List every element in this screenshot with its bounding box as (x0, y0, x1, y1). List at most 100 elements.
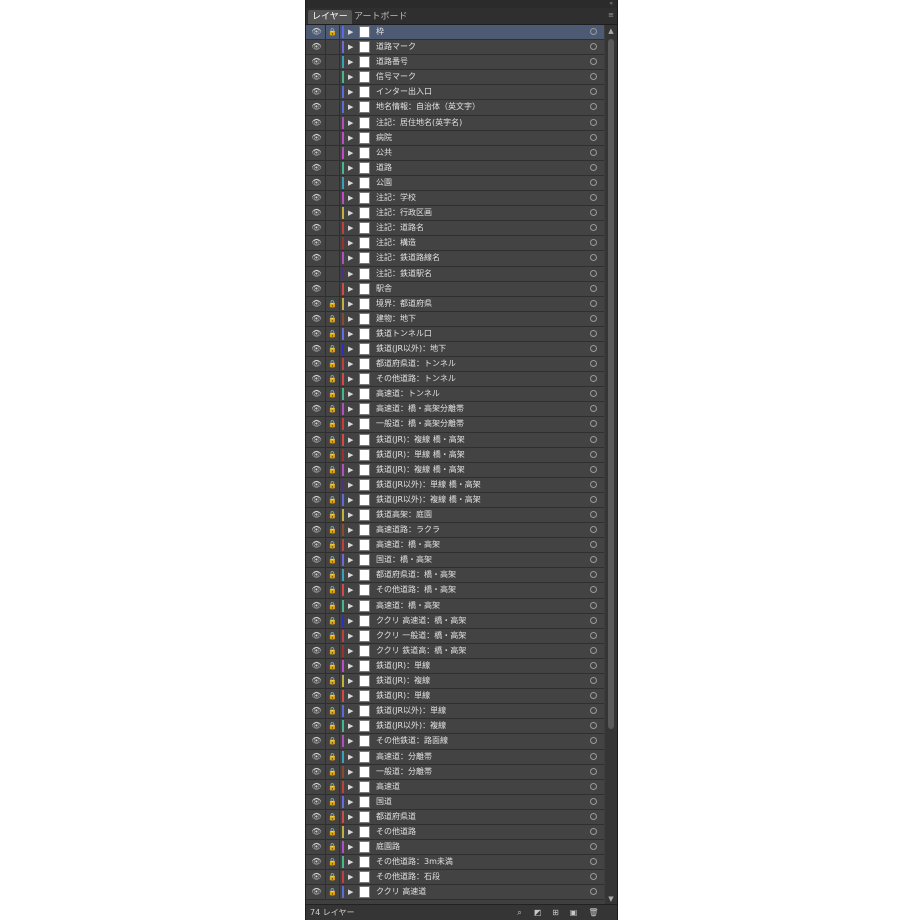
lock-icon[interactable]: 🔒 (328, 721, 337, 731)
layer-row[interactable]: 👁 🔒 ▶ 国道 (306, 794, 604, 810)
visibility-eye-icon[interactable]: 👁 (311, 510, 322, 520)
layer-row[interactable]: 👁 ▶ 道路マーク (306, 40, 604, 56)
expand-triangle-icon[interactable]: ▶ (348, 252, 353, 264)
expand-triangle-icon[interactable]: ▶ (348, 403, 353, 415)
target-circle-icon[interactable] (590, 646, 597, 654)
target-circle-icon[interactable] (590, 269, 597, 277)
layer-name[interactable]: その他道路：3m未満 (376, 855, 453, 869)
target-circle-icon[interactable] (590, 284, 597, 292)
expand-triangle-icon[interactable]: ▶ (348, 856, 353, 868)
visibility-eye-icon[interactable]: 👁 (311, 555, 322, 565)
layer-row[interactable]: 👁 🔒 ▶ その他道路：3m未満 (306, 855, 604, 871)
layer-name[interactable]: 道路 (376, 161, 392, 175)
visibility-eye-icon[interactable]: 👁 (311, 736, 322, 746)
visibility-eye-icon[interactable]: 👁 (311, 178, 322, 188)
visibility-eye-icon[interactable]: 👁 (311, 857, 322, 867)
target-circle-icon[interactable] (590, 88, 597, 96)
expand-triangle-icon[interactable]: ▶ (348, 147, 353, 159)
lock-icon[interactable]: 🔒 (328, 827, 337, 837)
target-circle-icon[interactable] (590, 390, 597, 398)
lock-icon[interactable]: 🔒 (328, 374, 337, 384)
layer-row[interactable]: 👁 ▶ インター出入口 (306, 85, 604, 101)
target-circle-icon[interactable] (590, 571, 597, 579)
layer-name[interactable]: 鉄道(JR以外)：単線 橋・高架 (376, 478, 481, 492)
layer-name[interactable]: 注記：行政区画 (376, 206, 432, 220)
expand-triangle-icon[interactable]: ▶ (348, 615, 353, 627)
lock-icon[interactable]: 🔒 (328, 299, 337, 309)
layer-row[interactable]: 👁 🔒 ▶ 庭園路 (306, 840, 604, 856)
layer-row[interactable]: 👁 🔒 ▶ 高速道：トンネル (306, 387, 604, 403)
visibility-eye-icon[interactable]: 👁 (311, 661, 322, 671)
lock-icon[interactable]: 🔒 (328, 435, 337, 445)
layer-name[interactable]: 都道府県道 (376, 810, 416, 824)
layer-name[interactable]: 鉄道(JR)：複線 橋・高架 (376, 433, 465, 447)
layer-name[interactable]: 鉄道高架：庭園 (376, 508, 432, 522)
expand-triangle-icon[interactable]: ▶ (348, 720, 353, 732)
layer-row[interactable]: 👁 🔒 ▶ 高速道：分離帯 (306, 749, 604, 765)
target-circle-icon[interactable] (590, 314, 597, 322)
expand-triangle-icon[interactable]: ▶ (348, 751, 353, 763)
expand-triangle-icon[interactable]: ▶ (348, 735, 353, 747)
layer-row[interactable]: 👁 ▶ 注記：行政区画 (306, 206, 604, 222)
expand-triangle-icon[interactable]: ▶ (348, 675, 353, 687)
layer-name[interactable]: 公共 (376, 146, 392, 160)
layer-row[interactable]: 👁 🔒 ▶ 鉄道(JR以外)：単線 橋・高架 (306, 477, 604, 493)
visibility-eye-icon[interactable]: 👁 (311, 752, 322, 762)
layer-row[interactable]: 👁 🔒 ▶ 鉄道(JR以外)：複線 橋・高架 (306, 492, 604, 508)
expand-triangle-icon[interactable]: ▶ (348, 71, 353, 83)
expand-triangle-icon[interactable]: ▶ (348, 101, 353, 113)
visibility-eye-icon[interactable]: 👁 (311, 827, 322, 837)
unlock-placeholder[interactable] (328, 148, 337, 158)
visibility-eye-icon[interactable]: 👁 (311, 42, 322, 52)
target-circle-icon[interactable] (590, 722, 597, 730)
visibility-eye-icon[interactable]: 👁 (311, 812, 322, 822)
visibility-eye-icon[interactable]: 👁 (311, 419, 322, 429)
unlock-placeholder[interactable] (328, 102, 337, 112)
target-circle-icon[interactable] (590, 194, 597, 202)
visibility-eye-icon[interactable]: 👁 (311, 223, 322, 233)
layer-row[interactable]: 👁 ▶ 信号マーク (306, 70, 604, 86)
layer-row[interactable]: 👁 ▶ 注記：道路名 (306, 221, 604, 237)
target-circle-icon[interactable] (590, 843, 597, 851)
tab-layers[interactable]: レイヤー (308, 10, 352, 24)
layer-name[interactable]: 信号マーク (376, 70, 416, 84)
visibility-eye-icon[interactable]: 👁 (311, 314, 322, 324)
lock-icon[interactable]: 🔒 (328, 510, 337, 520)
layer-name[interactable]: 鉄道(JR)：単線 橋・高架 (376, 448, 465, 462)
expand-triangle-icon[interactable]: ▶ (348, 569, 353, 581)
target-circle-icon[interactable] (590, 767, 597, 775)
lock-icon[interactable]: 🔒 (328, 691, 337, 701)
unlock-placeholder[interactable] (328, 208, 337, 218)
expand-triangle-icon[interactable]: ▶ (348, 600, 353, 612)
layer-row[interactable]: 👁 ▶ 道路 (306, 160, 604, 176)
layer-row[interactable]: 👁 🔒 ▶ 鉄道(JR以外)：地下 (306, 341, 604, 358)
lock-icon[interactable]: 🔒 (328, 887, 337, 897)
expand-triangle-icon[interactable]: ▶ (348, 464, 353, 476)
visibility-eye-icon[interactable]: 👁 (311, 193, 322, 203)
target-circle-icon[interactable] (590, 405, 597, 413)
delete-layer-icon[interactable]: 🗑 (588, 907, 599, 918)
layer-name[interactable]: 高速道：トンネル (376, 387, 440, 401)
layer-name[interactable]: 鉄道(JR以外)：複線 (376, 719, 446, 733)
layer-name[interactable]: 鉄道(JR)：複線 (376, 674, 430, 688)
layer-row[interactable]: 👁 🔒 ▶ 鉄道(JR)：複線 (306, 674, 604, 690)
lock-icon[interactable]: 🔒 (328, 540, 337, 550)
lock-icon[interactable]: 🔒 (328, 480, 337, 490)
layer-name[interactable]: 注記：鉄道駅名 (376, 267, 432, 281)
new-layer-icon[interactable]: ▣ (568, 907, 579, 918)
layer-row[interactable]: 👁 🔒 ▶ 鉄道(JR以外)：単線 (306, 704, 604, 720)
expand-triangle-icon[interactable]: ▶ (348, 162, 353, 174)
visibility-eye-icon[interactable]: 👁 (311, 480, 322, 490)
target-circle-icon[interactable] (590, 752, 597, 760)
expand-triangle-icon[interactable]: ▶ (348, 554, 353, 566)
visibility-eye-icon[interactable]: 👁 (311, 87, 322, 97)
layer-name[interactable]: 一般道：橋・高架分離帯 (376, 417, 464, 431)
visibility-eye-icon[interactable]: 👁 (311, 570, 322, 580)
layer-name[interactable]: 枠 (376, 25, 384, 39)
layer-row[interactable]: 👁 ▶ 駅舎 (306, 281, 604, 297)
layer-name[interactable]: 鉄道(JR以外)：単線 (376, 704, 446, 718)
lock-icon[interactable]: 🔒 (328, 767, 337, 777)
layer-row[interactable]: 👁 🔒 ▶ 鉄道(JR)：単線 (306, 689, 604, 705)
expand-triangle-icon[interactable]: ▶ (348, 222, 353, 234)
lock-icon[interactable]: 🔒 (328, 404, 337, 414)
